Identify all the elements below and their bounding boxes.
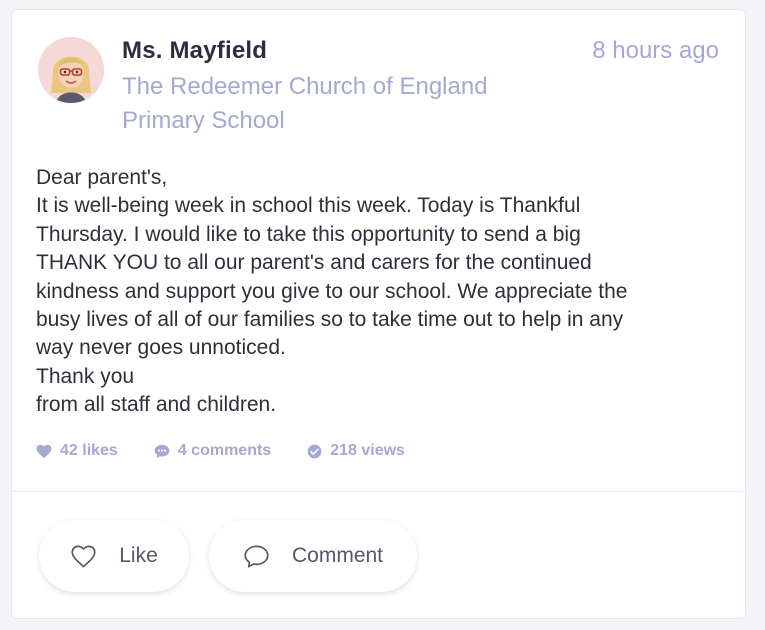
school-name-line-1: The Redeemer Church of England <box>122 73 488 100</box>
author-name[interactable]: Ms. Mayfield <box>122 37 267 65</box>
post-body-line: Thursday. I would like to take this oppo… <box>36 222 581 246</box>
speech-bubble-outline-icon <box>244 545 269 567</box>
views-count: 218 views <box>330 442 405 459</box>
views-stat: 218 views <box>307 442 405 460</box>
avatar-illustration <box>38 37 104 103</box>
post-body-line: kindness and support you give to our sch… <box>36 279 628 303</box>
post-body-line: THANK YOU to all our parent's and carers… <box>36 251 592 275</box>
heart-outline-icon <box>71 545 96 567</box>
like-button-label: Like <box>119 544 158 567</box>
post-body-line: Thank you <box>36 364 135 388</box>
post-card: Ms. Mayfield The Redeemer Church of Engl… <box>11 9 746 619</box>
heart-icon <box>36 444 52 458</box>
comment-button-label: Comment <box>291 544 384 567</box>
post-stats: 42 likes 4 comments 218 views <box>36 442 441 460</box>
post-body-line: from all staff and children. <box>36 393 277 417</box>
comments-stat[interactable]: 4 comments <box>154 442 271 460</box>
like-button[interactable]: Like <box>39 520 189 592</box>
post-body: Dear parent's, It is well-being week in … <box>36 164 726 420</box>
likes-stat[interactable]: 42 likes <box>36 442 118 460</box>
likes-count: 42 likes <box>60 442 118 459</box>
author-avatar[interactable] <box>38 37 104 103</box>
school-name-line-2: Primary School <box>122 107 285 134</box>
post-body-line: busy lives of all of our families so to … <box>36 308 624 332</box>
post-timestamp: 8 hours ago <box>592 37 719 64</box>
check-circle-icon <box>307 444 322 458</box>
comment-button[interactable]: Comment <box>209 520 417 592</box>
comments-count: 4 comments <box>177 442 272 459</box>
school-name[interactable]: The Redeemer Church of England Primary S… <box>122 70 542 138</box>
post-body-line: It is well-being week in school this wee… <box>36 194 581 218</box>
post-body-line: way never goes unnoticed. <box>36 336 286 360</box>
post-body-line: Dear parent's, <box>36 166 168 189</box>
speech-bubble-icon <box>154 444 170 458</box>
card-divider <box>12 491 745 492</box>
